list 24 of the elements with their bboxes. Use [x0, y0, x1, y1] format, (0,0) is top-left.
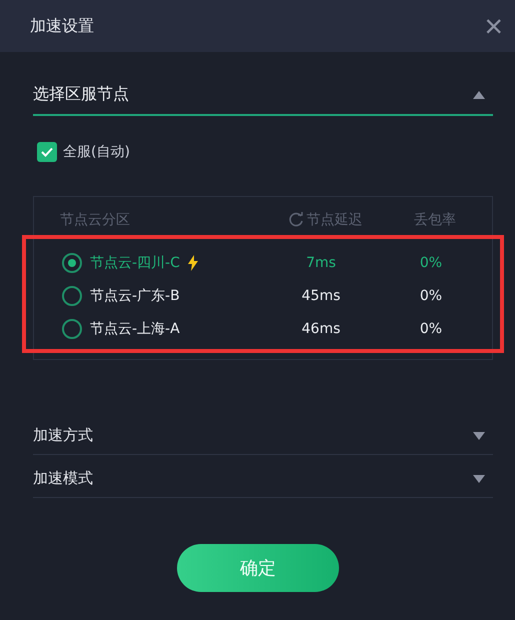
node-option[interactable]: 节点云-上海-A — [62, 319, 256, 339]
latency-cell: 7ms — [306, 255, 336, 271]
column-header: 丢包率 — [414, 211, 456, 229]
loss-cell: 0% — [420, 321, 442, 337]
checkbox[interactable] — [37, 142, 57, 162]
loss-cell: 0% — [420, 288, 442, 304]
column-header: 节点延迟 — [306, 211, 362, 229]
latency-cell: 45ms — [302, 288, 340, 304]
node-option[interactable]: 节点云-广东-B — [62, 286, 256, 306]
dropdown[interactable]: 加速模式 — [33, 461, 493, 498]
check-icon — [41, 147, 53, 157]
caret-up-icon — [473, 90, 485, 98]
dropdown[interactable]: 加速方式 — [33, 418, 493, 455]
caret-down-icon — [473, 474, 485, 482]
latency-cell: 46ms — [302, 321, 340, 337]
node-option[interactable]: 节点云-四川-C — [62, 253, 256, 273]
refresh-icon[interactable] — [288, 212, 304, 228]
window-title: 加速设置 — [30, 16, 94, 36]
section-header[interactable]: 选择区服节点 — [33, 80, 493, 116]
close-button[interactable]: × — [482, 10, 505, 42]
loss-cell: 0% — [420, 255, 442, 271]
column-header: 节点云分区 — [60, 211, 130, 229]
checkbox-label: 全服(自动) — [63, 143, 130, 161]
caret-down-icon — [473, 432, 485, 440]
